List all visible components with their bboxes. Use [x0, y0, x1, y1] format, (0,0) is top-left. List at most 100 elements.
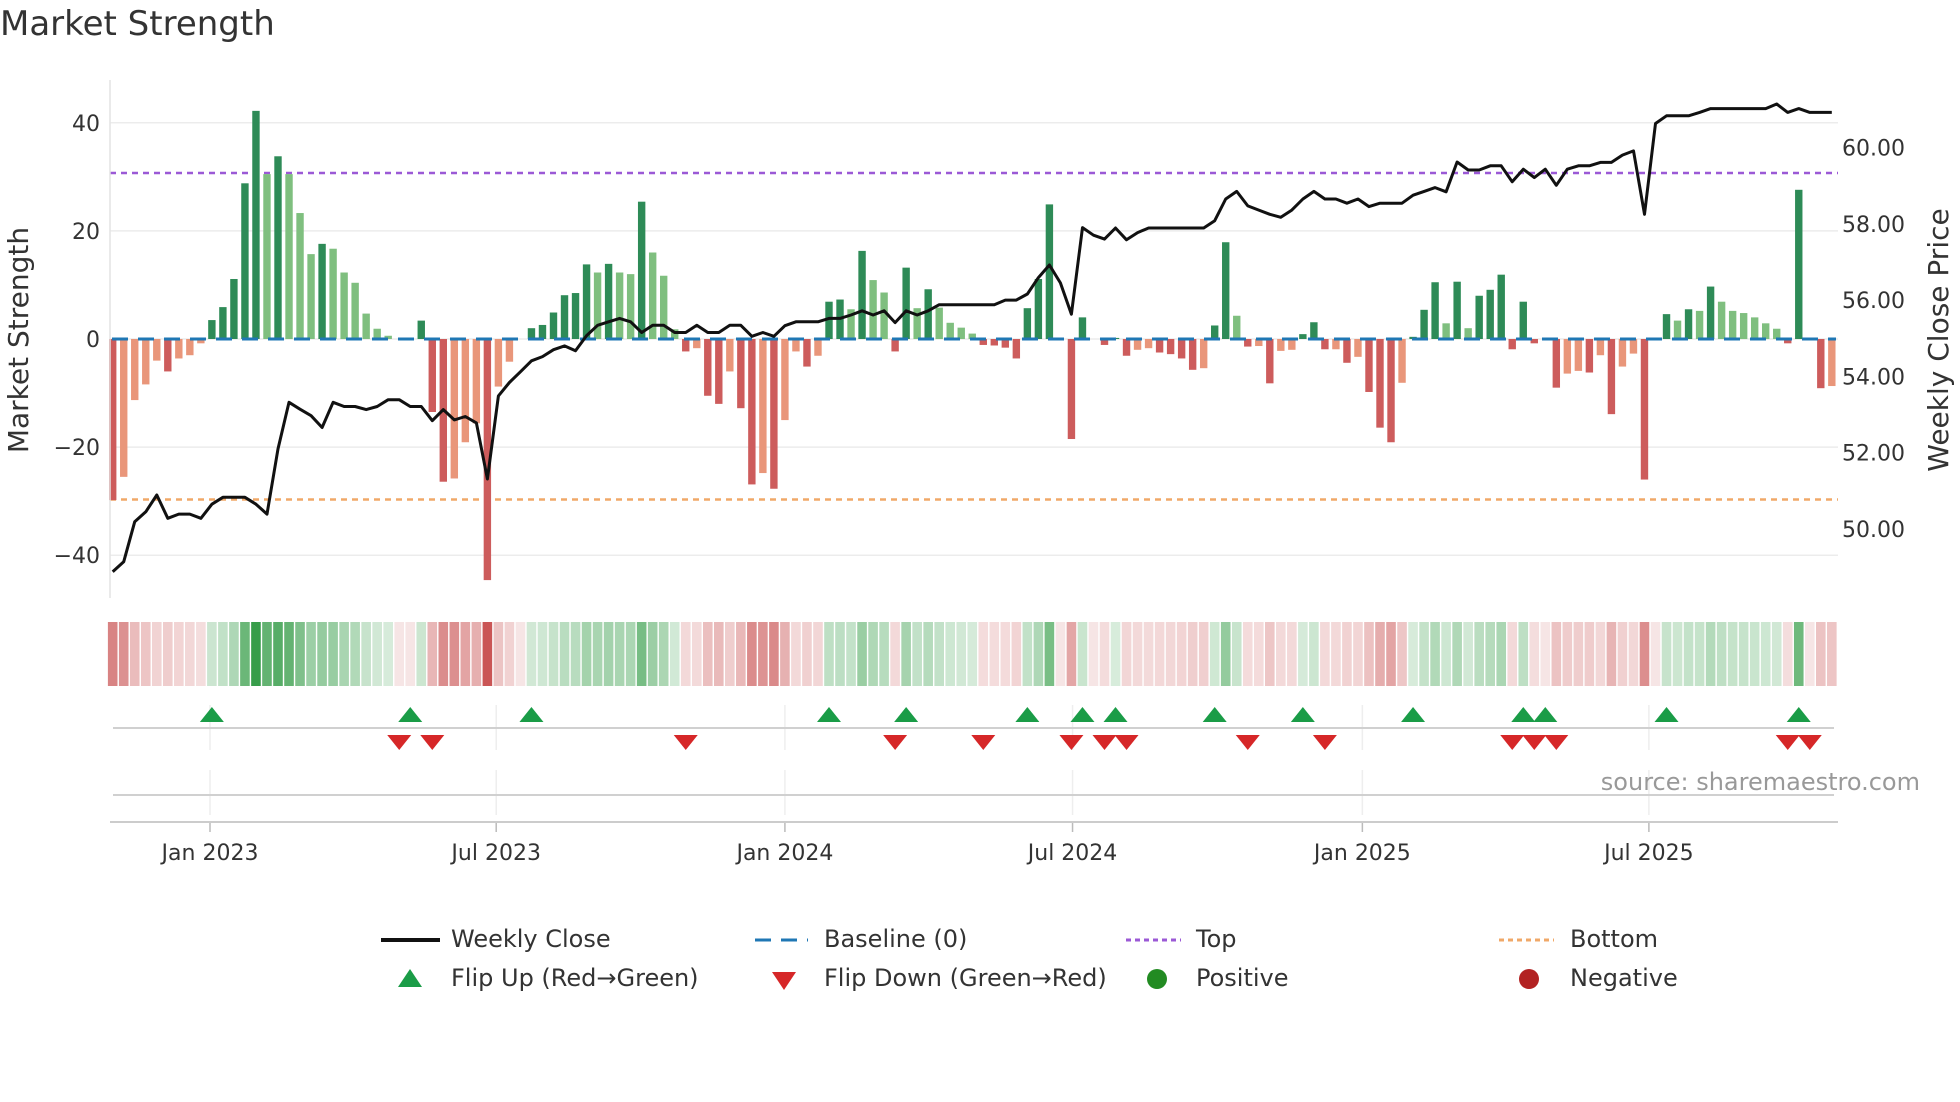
strip-cell	[1154, 622, 1165, 686]
source-credit: source: sharemaestro.com	[1600, 768, 1920, 796]
positive-bar	[615, 272, 624, 339]
strip-cell	[372, 622, 382, 686]
negative-bar	[1629, 339, 1638, 354]
strip-cell	[625, 622, 636, 686]
axes: 40 20 0 −20 −40 50.00 52.00 54.00 56.00 58.00 60.0…	[54, 80, 1905, 866]
strip-cell	[493, 622, 504, 686]
strip-cell	[416, 622, 427, 686]
strip-cell	[1716, 622, 1727, 686]
positive-bar	[1750, 317, 1759, 339]
negative-bar	[1387, 339, 1395, 443]
strip-cell	[1000, 622, 1011, 686]
positive-bar	[230, 278, 238, 339]
negative-bar	[1166, 339, 1175, 355]
negative-bar	[1354, 339, 1362, 357]
strip-cell	[1386, 622, 1396, 686]
negative-bar	[1552, 339, 1561, 388]
strip-cell	[923, 622, 933, 686]
positive-bar	[1773, 328, 1781, 339]
flip-up-marker	[1654, 707, 1679, 722]
strip-cell	[1661, 622, 1672, 686]
strip-cell	[1055, 622, 1066, 686]
flip-down-marker	[1797, 735, 1822, 750]
flip-down-marker	[387, 735, 412, 750]
strip-cell	[361, 622, 371, 686]
flip-down-marker	[1312, 735, 1337, 750]
strip-cell	[1595, 622, 1606, 686]
positive-bar	[1211, 325, 1219, 339]
strip-cell	[163, 622, 173, 686]
flip-up-marker	[199, 707, 224, 722]
negative-bar	[1266, 339, 1274, 384]
positive-bar	[1519, 301, 1527, 339]
strip-cell	[1187, 622, 1198, 686]
positive-bar	[1673, 320, 1682, 339]
strip-cell	[317, 622, 327, 686]
positive-bar	[285, 174, 293, 339]
strip-cell	[1176, 622, 1187, 686]
y2-tick-label: 50.00	[1842, 518, 1905, 543]
strip-cell	[680, 622, 691, 686]
strip-cell	[1496, 622, 1507, 686]
x-tick-label: Jul 2024	[1026, 841, 1118, 866]
strip-cell	[328, 622, 338, 686]
negative-bar	[1155, 339, 1164, 353]
y-tick-label: −40	[54, 544, 100, 569]
y-axis-label: Market Strength	[2, 227, 35, 453]
flip-up-marker	[1401, 707, 1426, 722]
strip-cell	[1121, 622, 1132, 686]
y2-tick-label: 54.00	[1842, 365, 1905, 390]
y2-tick-label: 56.00	[1842, 289, 1905, 314]
strip-cell	[879, 622, 889, 686]
positive-bar	[1739, 313, 1748, 339]
flip-up-marker	[1070, 707, 1095, 722]
strip-cell	[868, 622, 878, 686]
positive-bar	[1717, 301, 1726, 339]
positive-bar	[208, 320, 216, 339]
strip-cell	[1066, 622, 1077, 686]
strip-cell	[1198, 622, 1209, 686]
negative-bar	[1398, 339, 1406, 383]
negative-bar	[131, 339, 139, 401]
flip-down-marker	[1114, 735, 1139, 750]
strip-cell	[471, 622, 482, 686]
strip-cell	[1143, 622, 1154, 686]
strip-cell	[460, 622, 471, 686]
strip-cell	[647, 622, 658, 686]
negative-bar	[1277, 339, 1285, 351]
positive-bar	[373, 328, 381, 339]
flip-up-marker	[1533, 707, 1558, 722]
negative-bar	[1365, 339, 1373, 392]
strip-cell	[1220, 622, 1231, 686]
strip-cell	[251, 622, 261, 686]
strip-cell	[1683, 622, 1694, 686]
strip-cell	[1551, 622, 1562, 686]
strip-cell	[736, 622, 746, 686]
strip-cell	[857, 622, 867, 686]
x-tick-label: Jan 2023	[160, 841, 259, 866]
positive-bar	[560, 295, 569, 339]
negative-bar	[704, 339, 712, 396]
strip-cell	[1044, 622, 1055, 686]
negative-bar	[1376, 339, 1384, 428]
strip-cell	[636, 622, 647, 686]
strip-cell	[1771, 622, 1782, 686]
strip-cell	[1242, 622, 1253, 686]
positive-bar	[263, 174, 271, 339]
negative-bar	[450, 339, 459, 479]
strip-cell	[174, 622, 184, 686]
negative-bar	[1321, 339, 1329, 350]
strip-cell	[537, 622, 548, 686]
strip-cell	[1099, 622, 1110, 686]
strip-cell	[813, 622, 823, 686]
y2-tick-label: 60.00	[1842, 137, 1905, 162]
strip-cell	[1562, 622, 1573, 686]
negative-bar	[1199, 339, 1208, 369]
strip-cell	[504, 622, 515, 686]
negative-bar	[1640, 339, 1649, 480]
negative-bar	[1188, 339, 1197, 370]
negative-bar	[1332, 339, 1340, 350]
strip-cell	[945, 622, 956, 686]
strip-cell	[151, 622, 162, 686]
strip-cell	[107, 622, 118, 686]
